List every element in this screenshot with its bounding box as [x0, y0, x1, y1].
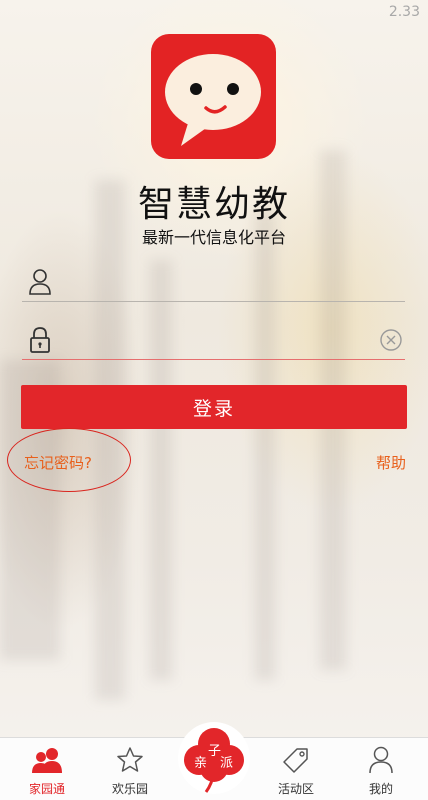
clear-icon[interactable] — [380, 329, 402, 351]
lock-icon — [30, 327, 50, 353]
tab-label: 欢乐园 — [111, 782, 148, 796]
tab-activities[interactable]: 活动区 — [253, 738, 339, 800]
user-icon — [29, 269, 51, 295]
badge-char: 派 — [220, 756, 234, 771]
person-icon — [369, 746, 393, 774]
app-tagline: 最新一代信息化平台 — [141, 228, 286, 247]
tab-label: 家园通 — [28, 782, 65, 796]
app-logo — [151, 34, 276, 159]
tab-label: 活动区 — [277, 782, 314, 796]
status-time: 2.33 — [388, 4, 420, 20]
people-icon — [32, 748, 62, 773]
star-icon — [117, 747, 143, 772]
tab-home-school[interactable]: 家园通 — [4, 738, 90, 800]
username-input[interactable] — [66, 268, 366, 296]
forgot-password-link[interactable]: 忘记密码? — [24, 452, 92, 473]
tag-icon — [283, 748, 308, 773]
app-name: 智慧幼教 — [137, 184, 290, 225]
badge-char: 亲 — [194, 756, 208, 771]
tab-mine[interactable]: 我的 — [338, 738, 424, 800]
login-button[interactable]: 登录 — [21, 385, 407, 429]
speech-bubble-icon — [165, 54, 261, 146]
tab-playground[interactable]: 欢乐园 — [87, 738, 173, 800]
password-input[interactable] — [66, 326, 366, 354]
help-link[interactable]: 帮助 — [376, 452, 406, 473]
password-field[interactable] — [22, 320, 405, 360]
username-field[interactable] — [22, 262, 405, 302]
tab-parent-child[interactable]: 亲 子 派 — [178, 722, 250, 794]
tab-label: 我的 — [368, 782, 393, 796]
